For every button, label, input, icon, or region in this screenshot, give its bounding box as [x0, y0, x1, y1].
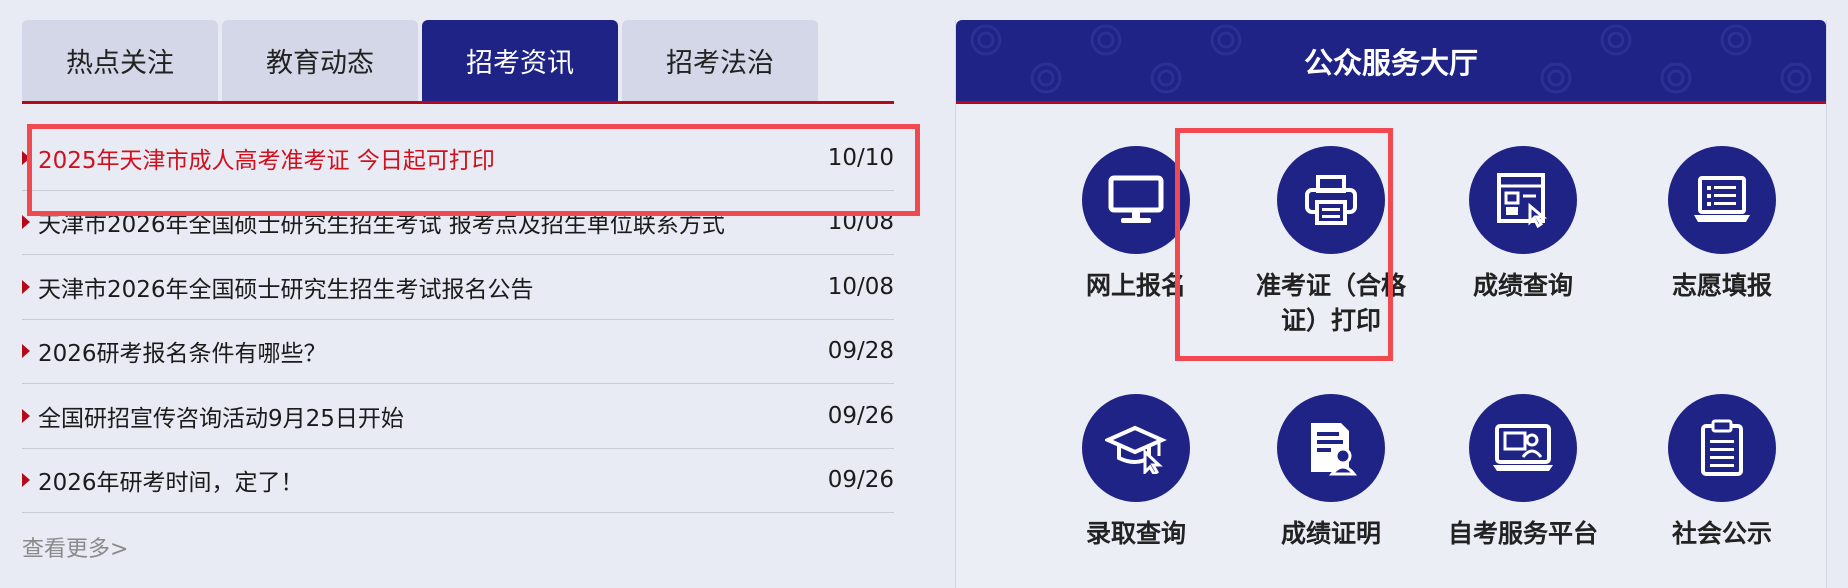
service-score-certificate[interactable]: 成绩证明	[1236, 394, 1426, 551]
tab-hot-focus[interactable]: 热点关注	[22, 20, 218, 101]
service-admission-query[interactable]: 录取查询	[1041, 394, 1231, 551]
tab-exam-law[interactable]: 招考法治	[622, 20, 818, 101]
highlight-box-news	[27, 124, 920, 216]
monitor-icon	[1082, 146, 1190, 254]
news-title[interactable]: 天津市2026年全国硕士研究生招生考试报名公告	[38, 270, 534, 304]
service-label: 自考服务平台	[1448, 519, 1599, 548]
service-label: 成绩证明	[1280, 519, 1381, 548]
news-date: 10/08	[827, 273, 894, 300]
service-title: 公众服务大厅	[1303, 45, 1478, 80]
news-date: 09/26	[827, 467, 894, 494]
service-header: 公众服务大厅	[956, 20, 1826, 104]
score-query-icon	[1469, 146, 1577, 254]
highlight-box-service	[1175, 128, 1393, 361]
laptop-list-icon	[1668, 146, 1776, 254]
bullet-arrow-icon	[22, 344, 30, 359]
news-item[interactable]: 天津市2026年全国硕士研究生招生考试报名公告 10/08	[22, 255, 894, 320]
service-public-notice[interactable]: 社会公示	[1627, 394, 1817, 551]
news-item[interactable]: 全国研招宣传咨询活动9月25日开始 09/26	[22, 384, 894, 449]
certificate-icon	[1277, 394, 1385, 502]
page: 热点关注 教育动态 招考资讯 招考法治 2025年天津市成人高考准考证 今日起可…	[0, 0, 1848, 588]
news-item[interactable]: 2026研考报名条件有哪些？ 09/28	[22, 320, 894, 384]
more-link[interactable]: 查看更多>	[22, 531, 894, 563]
news-title[interactable]: 2026年研考时间，定了！	[38, 463, 304, 497]
news-date: 09/26	[827, 402, 894, 429]
news-tabs: 热点关注 教育动态 招考资讯 招考法治	[22, 20, 894, 104]
news-panel: 热点关注 教育动态 招考资讯 招考法治 2025年天津市成人高考准考证 今日起可…	[22, 20, 894, 563]
bullet-arrow-icon	[22, 279, 30, 294]
service-label: 社会公示	[1671, 519, 1772, 548]
bullet-arrow-icon	[22, 215, 30, 230]
bullet-arrow-icon	[22, 473, 30, 488]
service-score-query[interactable]: 成绩查询	[1428, 146, 1618, 303]
tab-exam-info[interactable]: 招考资讯	[422, 20, 618, 101]
tab-education-news[interactable]: 教育动态	[222, 20, 418, 101]
graduation-cap-icon	[1082, 394, 1190, 502]
service-label: 志愿填报	[1671, 271, 1772, 300]
news-date: 09/28	[827, 338, 894, 365]
news-title[interactable]: 2026研考报名条件有哪些？	[38, 334, 327, 368]
clipboard-icon	[1668, 394, 1776, 502]
bullet-arrow-icon	[22, 408, 30, 423]
service-volunteer-application[interactable]: 志愿填报	[1627, 146, 1817, 303]
service-label: 成绩查询	[1472, 271, 1573, 300]
news-title[interactable]: 全国研招宣传咨询活动9月25日开始	[38, 399, 404, 433]
news-item[interactable]: 2026年研考时间，定了！ 09/26	[22, 449, 894, 513]
service-self-study-platform[interactable]: 自考服务平台	[1428, 394, 1618, 551]
service-label: 录取查询	[1085, 519, 1186, 548]
self-study-platform-icon	[1469, 394, 1577, 502]
